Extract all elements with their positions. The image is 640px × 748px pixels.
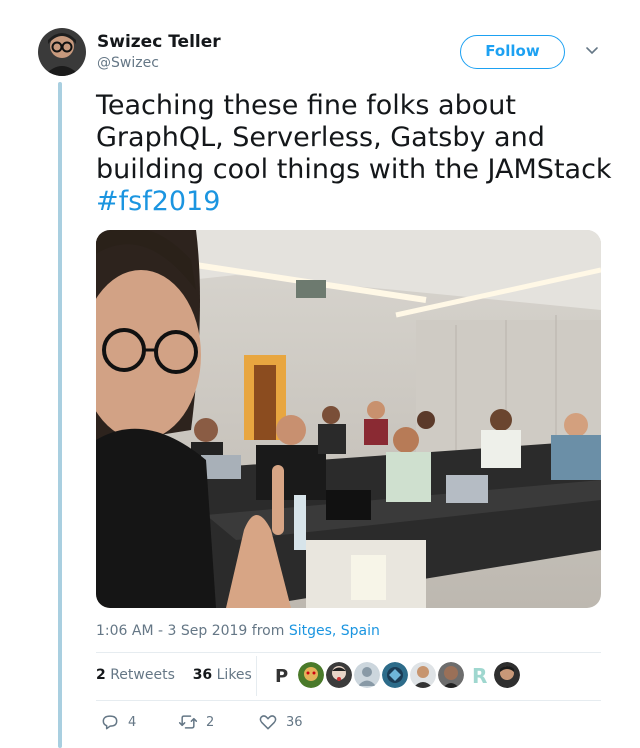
divider <box>96 652 601 653</box>
user-handle[interactable]: @Swizec <box>97 55 159 71</box>
liker-avatar[interactable]: R <box>466 662 492 688</box>
liker-avatar[interactable] <box>382 662 408 688</box>
liker-avatar[interactable] <box>494 662 520 688</box>
like-button[interactable]: 36 <box>258 712 303 732</box>
tweet-photo[interactable] <box>96 230 601 608</box>
retweets-label: Retweets <box>110 667 175 683</box>
like-count-link[interactable]: 36 Likes <box>193 667 252 683</box>
tweet-timestamp[interactable]: 1:06 AM - 3 Sep 2019 from <box>96 623 284 639</box>
liker-avatar[interactable] <box>354 662 380 688</box>
like-action-count: 36 <box>286 714 303 730</box>
reply-icon <box>102 715 118 730</box>
follow-button[interactable]: Follow <box>460 35 565 69</box>
tweet-body: Teaching these fine folks about GraphQL,… <box>96 90 612 185</box>
avatar[interactable] <box>38 28 86 76</box>
liker-avatar[interactable]: P <box>270 662 296 688</box>
stats-separator <box>256 656 257 696</box>
heart-icon <box>259 715 277 730</box>
tweet-text: Teaching these fine folks about GraphQL,… <box>96 90 616 218</box>
reply-count: 4 <box>128 714 137 730</box>
retweet-icon <box>178 715 198 729</box>
hashtag-link[interactable]: #fsf2019 <box>96 186 220 217</box>
tweet-stats: 2 Retweets 36 Likes <box>96 667 252 683</box>
tweet-location[interactable]: Sitges, Spain <box>289 623 380 639</box>
liker-avatar[interactable] <box>326 662 352 688</box>
thread-line <box>58 82 62 748</box>
likes-label: Likes <box>216 667 252 683</box>
chevron-down-icon[interactable] <box>582 40 602 60</box>
retweet-action-count: 2 <box>206 714 215 730</box>
user-name[interactable]: Swizec Teller <box>97 32 221 52</box>
retweet-count: 2 <box>96 667 106 683</box>
svg-text:R: R <box>472 664 487 688</box>
liker-avatar[interactable] <box>410 662 436 688</box>
reply-button[interactable]: 4 <box>100 712 136 732</box>
tweet-meta: 1:06 AM - 3 Sep 2019 from Sitges, Spain <box>96 623 380 639</box>
like-count: 36 <box>192 667 213 683</box>
liker-avatar[interactable] <box>438 662 464 688</box>
divider <box>96 700 601 701</box>
liker-avatar[interactable] <box>298 662 324 688</box>
svg-text:P: P <box>275 666 288 687</box>
retweet-count-link[interactable]: 2 Retweets <box>96 667 175 683</box>
retweet-button[interactable]: 2 <box>178 712 214 732</box>
